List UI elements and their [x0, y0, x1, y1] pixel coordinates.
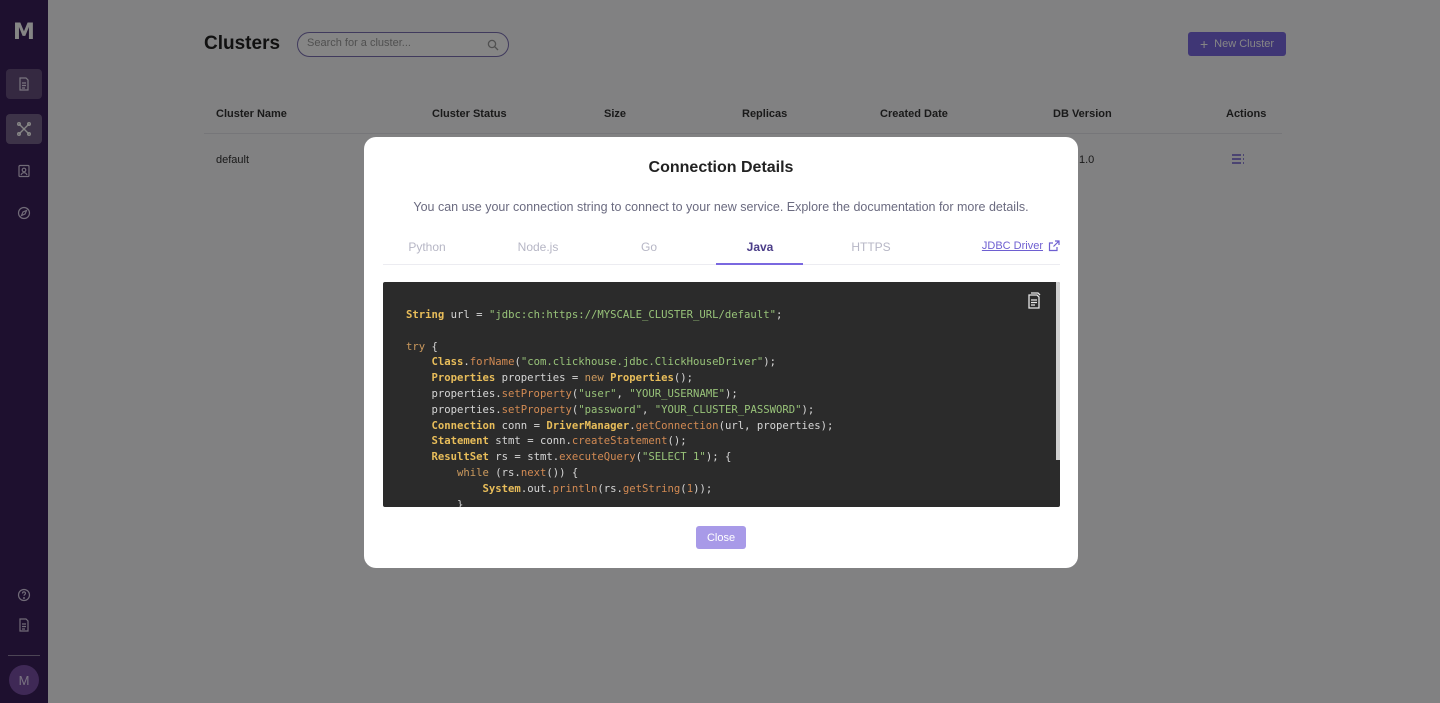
tab-python[interactable]: Python: [383, 240, 471, 254]
code-scrollbar[interactable]: [1056, 282, 1060, 460]
modal-description: You can use your connection string to co…: [413, 200, 1029, 214]
modal-title: Connection Details: [648, 159, 794, 176]
tab-https[interactable]: HTTPS: [827, 240, 915, 254]
active-tab-indicator: [716, 263, 803, 265]
jdbc-driver-link[interactable]: JDBC Driver: [982, 240, 1060, 252]
tab-go[interactable]: Go: [605, 240, 693, 254]
language-tabs: Python Node.js Go Java HTTPS JDBC Driver: [383, 233, 1060, 265]
tab-nodejs[interactable]: Node.js: [494, 240, 582, 254]
copy-icon[interactable]: [1026, 292, 1042, 310]
external-link-icon: [1048, 240, 1060, 252]
tab-java[interactable]: Java: [716, 240, 804, 254]
code-block[interactable]: String url = "jdbc:ch:https://MYSCALE_CL…: [383, 282, 1060, 507]
connection-details-modal: Connection Details You can use your conn…: [364, 137, 1078, 568]
jdbc-driver-label: JDBC Driver: [981, 240, 1043, 252]
close-button[interactable]: Close: [696, 526, 746, 549]
code-snippet: String url = "jdbc:ch:https://MYSCALE_CL…: [406, 309, 834, 507]
